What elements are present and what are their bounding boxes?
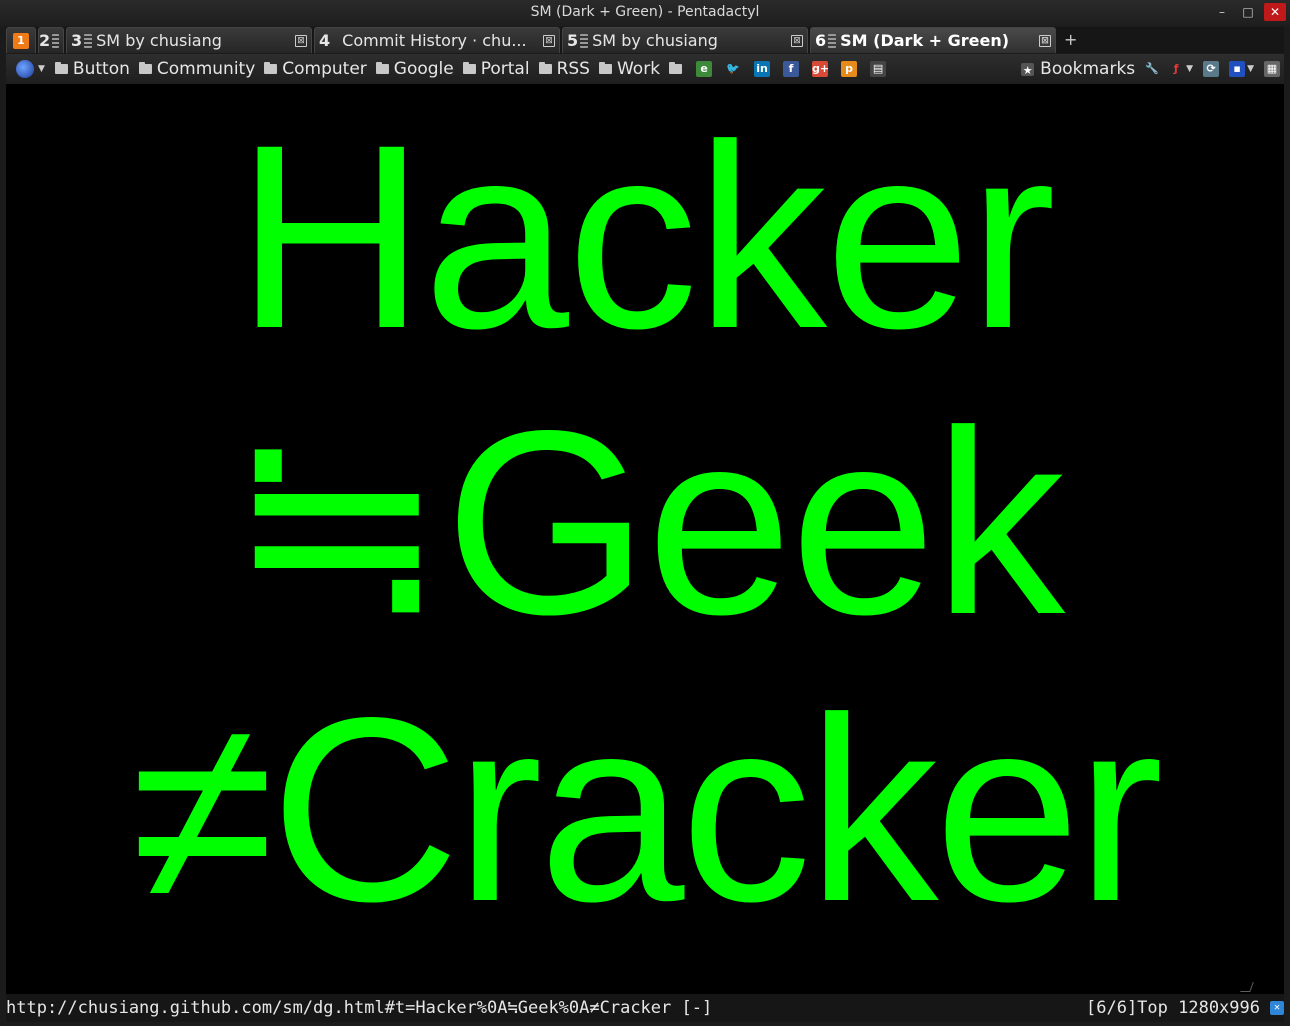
bookmark-folder-label: Portal <box>480 59 530 79</box>
bookmark-folder-label: Computer <box>282 59 367 79</box>
minimize-button[interactable]: – <box>1212 3 1232 21</box>
bookmark-folder-work[interactable]: Work <box>598 59 661 79</box>
addon-icon[interactable]: ƒ <box>1168 61 1184 77</box>
pinned-app-icon: 1 <box>13 32 29 49</box>
tab-title: SM by chusiang <box>96 31 222 50</box>
status-position: [6/6]Top 1280x996 <box>1086 998 1260 1018</box>
tab-4[interactable]: 4 Commit History · chu... ⊠ <box>314 27 560 53</box>
bookmark-folder-label: Community <box>156 59 256 79</box>
globe-icon[interactable] <box>16 60 34 78</box>
folder-icon <box>538 62 552 74</box>
wrench-icon[interactable]: 🔧 <box>1144 61 1160 77</box>
bookmark-folder-rss[interactable]: RSS <box>538 59 590 79</box>
tab-number: 5 <box>567 31 579 50</box>
close-tab-icon[interactable]: ⊠ <box>543 34 555 47</box>
bookmark-folder-label: Button <box>72 59 130 79</box>
google-plus-icon[interactable]: g+ <box>812 61 829 77</box>
tab-6[interactable]: 6 SM (Dark + Green) ⊠ <box>810 27 1056 53</box>
close-tab-icon[interactable]: ⊠ <box>295 34 307 47</box>
grid-icon[interactable]: ▦ <box>1264 61 1280 77</box>
close-tab-icon[interactable]: ⊠ <box>1039 34 1051 47</box>
tab-title: SM (Dark + Green) <box>840 31 1010 50</box>
new-tab-button[interactable]: + <box>1058 27 1083 53</box>
bookmarks-toolbar: ▼ Button Community Computer Google Porta… <box>6 54 1284 84</box>
maximize-button[interactable]: □ <box>1238 3 1258 21</box>
bookmark-star-icon: ★ <box>1021 62 1035 77</box>
status-line: http://chusiang.github.com/sm/dg.html#t=… <box>6 994 1284 1022</box>
tab-3[interactable]: 3 SM by chusiang ⊠ <box>66 27 312 53</box>
extension-status-icon[interactable]: ✕ <box>1270 1001 1284 1015</box>
page-icon <box>580 33 589 48</box>
tab-5[interactable]: 5 SM by chusiang ⊠ <box>562 27 808 53</box>
title-bar: SM (Dark + Green) - Pentadactyl – □ ✕ <box>0 0 1290 26</box>
bookmark-folder-label: Work <box>616 59 661 79</box>
browser-window: SM (Dark + Green) - Pentadactyl – □ ✕ 1 … <box>0 0 1290 1026</box>
close-tab-icon[interactable]: ⊠ <box>791 34 803 47</box>
tab-title: SM by chusiang <box>592 31 718 50</box>
status-url: http://chusiang.github.com/sm/dg.html#t=… <box>6 998 713 1018</box>
bookmark-folder-google[interactable]: Google <box>375 59 454 79</box>
toolbar-right: ★ Bookmarks 🔧 ƒ ▼ ⟳ ▪ ▼ ▦ <box>1021 59 1284 79</box>
slide-line-geek: ≒Geek <box>227 376 1065 669</box>
slide-line-cracker: ≠Cracker <box>130 663 1164 956</box>
sync-icon[interactable]: ⟳ <box>1203 61 1220 77</box>
window-controls: – □ ✕ <box>1212 0 1286 24</box>
chevron-down-icon[interactable]: ▼ <box>1247 64 1254 74</box>
linkedin-icon[interactable]: in <box>754 61 771 77</box>
bookmark-folder-label: Google <box>393 59 454 79</box>
facebook-icon[interactable]: f <box>783 61 800 77</box>
tab-number: 2 <box>39 31 51 50</box>
tab-number: 3 <box>71 31 83 50</box>
page-icon <box>84 33 93 48</box>
bookmark-folder-button[interactable]: Button <box>54 59 130 79</box>
chevron-down-icon[interactable]: ▼ <box>38 64 45 74</box>
folder-icon <box>669 62 683 74</box>
bookmark-folder-community[interactable]: Community <box>138 59 256 79</box>
tab-title: Commit History · chu... <box>342 31 527 50</box>
slide-line-hacker: Hacker <box>236 90 1056 383</box>
bookmark-folder-portal[interactable]: Portal <box>462 59 530 79</box>
page-icon <box>332 34 338 48</box>
page-icon <box>828 33 837 48</box>
folder-icon <box>138 62 152 74</box>
reader-icon[interactable]: ▤ <box>870 61 887 77</box>
window-title: SM (Dark + Green) - Pentadactyl <box>530 4 760 20</box>
tab-number: 4 <box>319 31 331 50</box>
chevron-down-icon[interactable]: ▼ <box>1186 64 1193 74</box>
tab-1[interactable]: 1 <box>6 27 36 53</box>
tab-bar: 1 2 3 SM by chusiang ⊠ 4 Commit History … <box>6 27 1284 53</box>
tab-2[interactable]: 2 <box>38 27 64 53</box>
folder-icon <box>264 62 278 74</box>
close-window-button[interactable]: ✕ <box>1264 3 1286 21</box>
folder-icon <box>54 62 68 74</box>
bookmark-folder-unnamed[interactable] <box>669 62 687 74</box>
save-icon[interactable]: ▪ <box>1229 61 1246 77</box>
bookmark-folder-label: RSS <box>556 59 590 79</box>
pocket-icon[interactable]: p <box>841 61 858 77</box>
status-right: [6/6]Top 1280x996 ✕ <box>1086 994 1284 1022</box>
page-content: Hacker ≒Geek ≠Cracker <box>6 84 1284 994</box>
folder-icon <box>462 62 476 74</box>
evernote-icon[interactable]: e <box>696 61 713 77</box>
bookmark-folder-computer[interactable]: Computer <box>264 59 367 79</box>
bookmarks-menu-label: Bookmarks <box>1040 59 1136 79</box>
folder-icon <box>598 62 612 74</box>
twitter-icon[interactable]: 🐦 <box>725 61 741 77</box>
tab-number: 6 <box>815 31 827 50</box>
bookmarks-menu-button[interactable]: ★ Bookmarks <box>1021 59 1135 79</box>
folder-icon <box>375 62 389 74</box>
resize-grip-icon[interactable] <box>1240 982 1254 992</box>
page-icon <box>52 33 59 48</box>
